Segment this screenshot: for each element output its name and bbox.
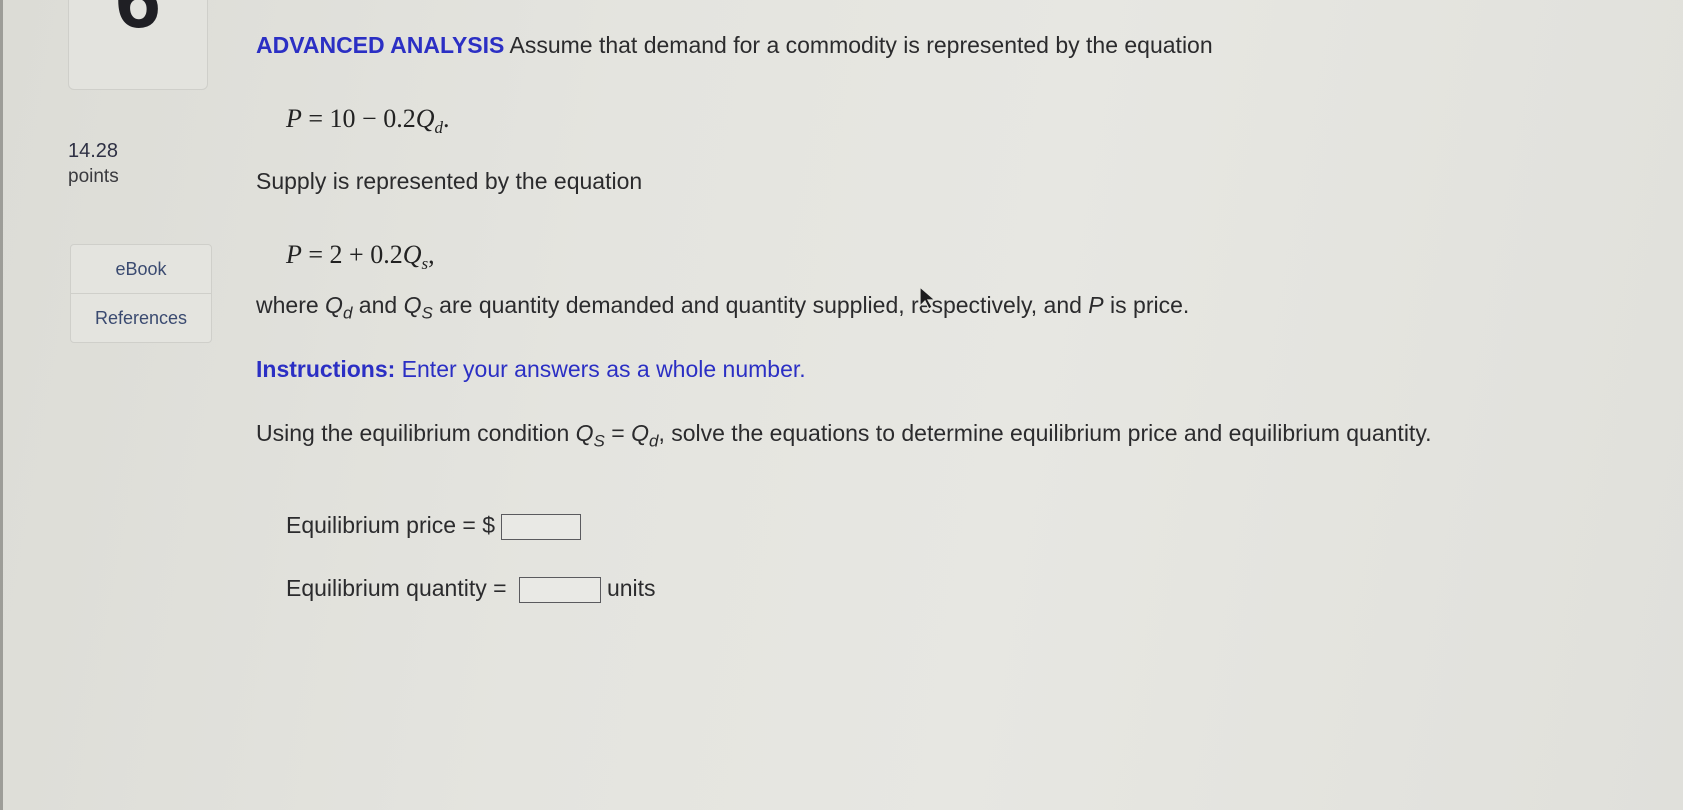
price-answer-row: Equilibrium price = $: [286, 512, 582, 540]
quantity-label: Equilibrium quantity =: [286, 575, 513, 601]
prompt-intro: ADVANCED ANALYSIS Assume that demand for…: [256, 32, 1213, 59]
text: is price.: [1103, 292, 1190, 318]
eq-p: P: [286, 104, 302, 133]
eq-sub: d: [434, 118, 444, 138]
eq-q: Q: [402, 240, 422, 269]
text: and: [352, 292, 404, 318]
instructions: Instructions: Enter your answers as a wh…: [256, 356, 806, 383]
qd-symbol: Qd: [631, 420, 658, 451]
points-label: points: [68, 166, 119, 187]
qd-symbol: Qd: [325, 292, 352, 323]
ebook-button[interactable]: eBook: [71, 245, 211, 293]
text: =: [604, 420, 632, 446]
mouse-cursor-icon: [919, 286, 937, 310]
sub: S: [593, 431, 605, 451]
supply-equation: P = 2 + 0.2Qs,: [286, 240, 435, 274]
supply-intro: Supply is represented by the equation: [256, 168, 643, 194]
eq-rhs: = 10 − 0.2: [301, 104, 416, 133]
eq-p: P: [286, 240, 302, 269]
points-info: 14.28 points: [68, 138, 119, 190]
equilibrium-price-input[interactable]: [501, 513, 582, 540]
sub: S: [421, 303, 433, 323]
text: where: [256, 292, 326, 318]
text: Using the equilibrium condition: [256, 420, 576, 446]
prompt-heading: ADVANCED ANALYSIS: [256, 32, 505, 58]
price-label: Equilibrium price = $: [286, 512, 496, 538]
instructions-label: Instructions:: [256, 356, 396, 382]
q: Q: [325, 292, 343, 318]
q: Q: [403, 292, 422, 318]
text: are quantity demanded and quantity suppl…: [432, 292, 1089, 318]
references-button[interactable]: References: [71, 293, 211, 342]
question-number: 6: [69, 0, 207, 47]
variable-definitions: where Qd and QS are quantity demanded an…: [256, 292, 1189, 324]
eq-rhs: = 2 + 0.2: [301, 240, 403, 269]
resource-buttons: eBook References: [70, 244, 212, 343]
window-edge: [0, 0, 3, 810]
question-number-card: 6: [68, 0, 208, 90]
eq-end: ,: [428, 240, 435, 269]
quantity-unit: units: [606, 575, 656, 601]
equilibrium-quantity-input[interactable]: [518, 576, 601, 603]
q: Q: [631, 420, 649, 446]
prompt-intro-text: Assume that demand for a commodity is re…: [504, 32, 1213, 58]
points-value: 14.28: [68, 140, 119, 162]
qs-symbol: QS: [403, 292, 433, 323]
q: Q: [575, 420, 594, 446]
eq-q: Q: [415, 104, 435, 133]
instructions-text: Enter your answers as a whole number.: [395, 356, 806, 382]
quantity-answer-row: Equilibrium quantity = units: [286, 575, 656, 603]
text: , solve the equations to determine equil…: [658, 420, 1432, 446]
p-symbol: P: [1088, 292, 1104, 318]
eq-end: .: [443, 104, 450, 133]
equilibrium-condition: Using the equilibrium condition QS = Qd,…: [256, 420, 1432, 452]
qs-symbol: QS: [575, 420, 605, 451]
demand-equation: P = 10 − 0.2Qd.: [286, 104, 450, 138]
sub: d: [342, 303, 353, 323]
